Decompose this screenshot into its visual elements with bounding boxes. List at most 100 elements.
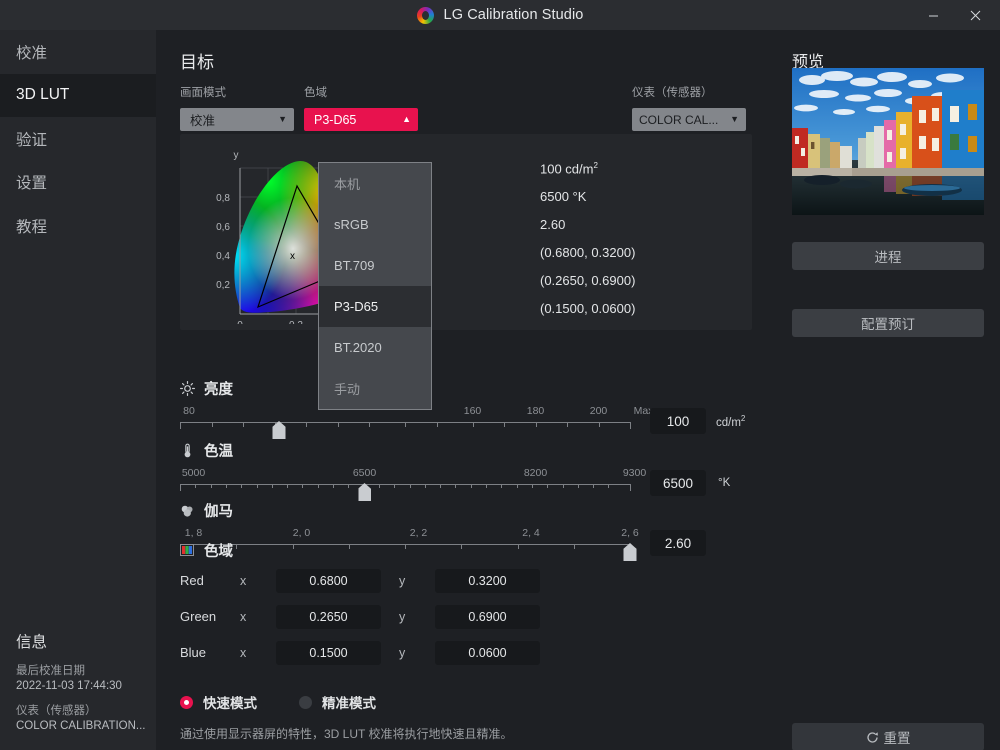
green-x-input[interactable]: 0.2650 bbox=[276, 605, 381, 629]
info-title: 信息 bbox=[16, 630, 156, 652]
color-gamut-dropdown-list[interactable]: 本机 sRGB BT.709 P3-D65 BT.2020 手动 bbox=[318, 162, 432, 410]
tick-label: 8200 bbox=[524, 467, 547, 479]
preview-image bbox=[792, 68, 984, 215]
picture-mode-label: 画面模式 bbox=[180, 84, 294, 100]
svg-text:y: y bbox=[234, 150, 239, 161]
picture-mode-select[interactable]: 校准 ▼ bbox=[180, 108, 294, 131]
blue-x-input[interactable]: 0.1500 bbox=[276, 641, 381, 665]
calibration-mode-group: 快速模式 精准模式 bbox=[180, 692, 376, 712]
dropdown-option-bt709[interactable]: BT.709 bbox=[319, 245, 431, 286]
color-gamut-select[interactable]: P3-D65 ▲ bbox=[304, 108, 418, 131]
close-icon[interactable] bbox=[954, 0, 996, 30]
sidebar-item-settings[interactable]: 设置 bbox=[0, 161, 156, 205]
svg-text:0,8: 0,8 bbox=[216, 193, 230, 204]
red-y-input[interactable]: 0.3200 bbox=[435, 569, 540, 593]
brightness-slider-track[interactable] bbox=[180, 422, 630, 436]
primary-name: Blue bbox=[180, 645, 240, 660]
tick-label: 1, 8 bbox=[185, 527, 203, 539]
preset-config-button[interactable]: 配置预订 bbox=[792, 309, 984, 337]
svg-text:0,2: 0,2 bbox=[216, 280, 230, 291]
table-row: Green x 0.2650 y 0.6900 bbox=[180, 601, 752, 632]
gamut-table-label: 色域 bbox=[204, 540, 233, 561]
red-x-input[interactable]: 0.6800 bbox=[276, 569, 381, 593]
temperature-header: 色温 bbox=[180, 440, 752, 460]
sidebar-item-tutorial[interactable]: 教程 bbox=[0, 204, 156, 248]
sidebar-item-3dlut[interactable]: 3D LUT bbox=[0, 74, 156, 118]
temperature-slider-handle[interactable] bbox=[358, 483, 371, 501]
temperature-unit: °K bbox=[718, 477, 730, 489]
fast-mode-label: 快速模式 bbox=[203, 692, 257, 712]
blue-primary-value: (0.1500, 0.0600) bbox=[540, 295, 635, 323]
svg-text:x: x bbox=[290, 251, 295, 262]
brightness-value-input[interactable]: 100 bbox=[650, 408, 706, 434]
tick-label: 160 bbox=[464, 405, 482, 417]
temperature-value: 6500 °K bbox=[540, 183, 635, 211]
temperature-value-input[interactable]: 6500 bbox=[650, 470, 706, 496]
target-values-list: 100 cd/m2 6500 °K 2.60 (0.6800, 0.3200) … bbox=[540, 152, 635, 323]
temperature-slider-group: 色温 5000 6500 8200 9300 bbox=[180, 440, 752, 498]
tick-label: 9300 bbox=[623, 467, 646, 479]
thermometer-icon bbox=[180, 443, 195, 458]
sidebar-item-label: 3D LUT bbox=[16, 86, 69, 104]
tick-label: 2, 4 bbox=[522, 527, 540, 539]
dropdown-option-manual[interactable]: 手动 bbox=[319, 368, 431, 409]
reset-button-label: 重置 bbox=[884, 727, 911, 747]
green-y-input[interactable]: 0.6900 bbox=[435, 605, 540, 629]
primary-name: Green bbox=[180, 609, 240, 624]
tick-label: 2, 2 bbox=[410, 527, 428, 539]
main-panel: 目标 画面模式 校准 ▼ 色域 P3-D65 ▲ 仪表（传感器） COLOR C… bbox=[156, 30, 776, 750]
rgb-bars-icon bbox=[180, 543, 195, 558]
temperature-slider-track[interactable] bbox=[180, 484, 630, 498]
y-axis-label: y bbox=[399, 646, 435, 660]
gamut-header: 色域 bbox=[180, 540, 752, 560]
picture-mode-group: 画面模式 校准 ▼ bbox=[180, 84, 294, 131]
svg-text:0,2: 0,2 bbox=[289, 320, 303, 324]
chevron-down-icon: ▼ bbox=[278, 115, 287, 124]
sidebar-item-calibration[interactable]: 校准 bbox=[0, 30, 156, 74]
page-title: 目标 bbox=[180, 48, 214, 73]
dropdown-option-srgb[interactable]: sRGB bbox=[319, 204, 431, 245]
brightness-label: 亮度 bbox=[204, 378, 233, 399]
tick-label: 6500 bbox=[353, 467, 376, 479]
luminance-value: 100 cd/m2 bbox=[540, 152, 635, 183]
dropdown-option-native[interactable]: 本机 bbox=[319, 163, 431, 204]
sun-icon bbox=[180, 381, 195, 396]
sidebar-item-verification[interactable]: 验证 bbox=[0, 117, 156, 161]
y-axis-label: y bbox=[399, 574, 435, 588]
sidebar-item-label: 设置 bbox=[16, 171, 47, 193]
svg-text:0: 0 bbox=[237, 320, 243, 324]
precise-mode-radio[interactable]: 精准模式 bbox=[299, 692, 376, 712]
minimize-icon[interactable] bbox=[912, 0, 954, 30]
temperature-tick-labels: 5000 6500 8200 9300 bbox=[180, 467, 630, 483]
color-gamut-value: P3-D65 bbox=[314, 113, 356, 127]
refresh-icon bbox=[866, 731, 879, 744]
info-panel: 信息 最后校准日期 2022-11-03 17:44:30 仪表（传感器） CO… bbox=[16, 630, 156, 734]
dropdown-option-p3d65[interactable]: P3-D65 bbox=[319, 286, 431, 327]
tick-label: 2, 0 bbox=[293, 527, 311, 539]
table-row: Blue x 0.1500 y 0.0600 bbox=[180, 637, 752, 668]
lg-color-logo-icon bbox=[417, 7, 434, 24]
dropdown-option-bt2020[interactable]: BT.2020 bbox=[319, 327, 431, 368]
sensor-value: COLOR CAL... bbox=[639, 113, 718, 127]
app-title: LG Calibration Studio bbox=[444, 7, 584, 23]
radio-unselected-icon bbox=[299, 696, 312, 709]
green-primary-value: (0.2650, 0.6900) bbox=[540, 267, 635, 295]
sensor-select[interactable]: COLOR CAL... ▼ bbox=[632, 108, 746, 131]
x-axis-label: x bbox=[240, 574, 276, 588]
color-gamut-group: 色域 P3-D65 ▲ bbox=[304, 84, 418, 131]
preview-panel: 预览 bbox=[776, 30, 1000, 750]
progress-button[interactable]: 进程 bbox=[792, 242, 984, 270]
sidebar-item-label: 验证 bbox=[16, 128, 47, 150]
brightness-unit: cd/m2 bbox=[716, 414, 745, 429]
radio-selected-icon bbox=[180, 696, 193, 709]
sidebar-item-label: 校准 bbox=[16, 41, 47, 63]
sensor-group: 仪表（传感器） COLOR CAL... ▼ bbox=[632, 84, 746, 131]
target-summary-panel: x y 0,8 0,6 0,4 0,2 0 0,2 0,4 100 cd/m2 … bbox=[180, 134, 752, 330]
reset-button[interactable]: 重置 bbox=[792, 723, 984, 750]
sensor-info-value: COLOR CALIBRATION... bbox=[16, 719, 156, 734]
sidebar-item-label: 教程 bbox=[16, 215, 47, 237]
blue-y-input[interactable]: 0.0600 bbox=[435, 641, 540, 665]
fast-mode-radio[interactable]: 快速模式 bbox=[180, 692, 257, 712]
window-controls bbox=[912, 0, 996, 30]
primary-name: Red bbox=[180, 573, 240, 588]
